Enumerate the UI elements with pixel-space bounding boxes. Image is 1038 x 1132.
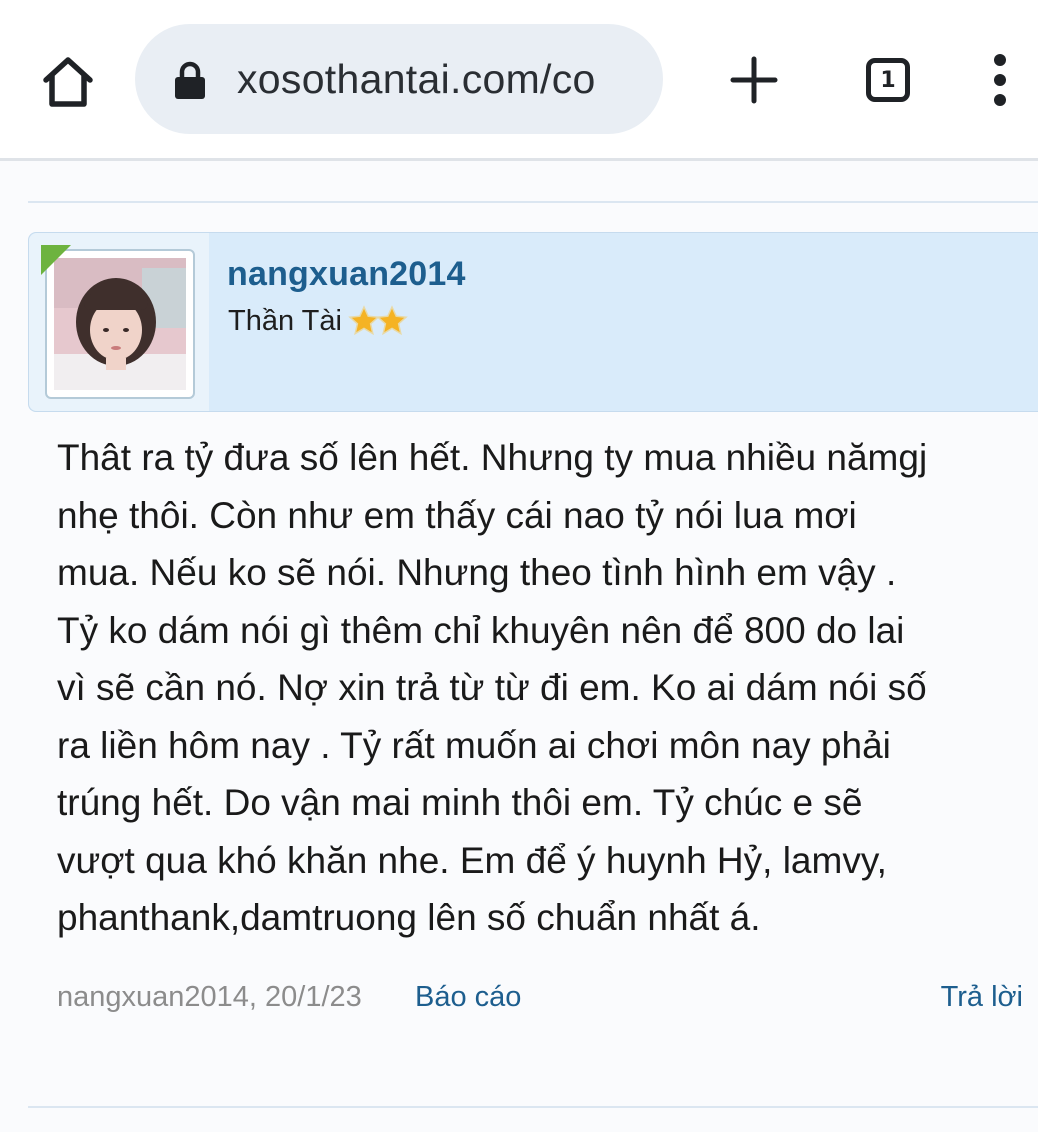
online-badge — [41, 245, 71, 275]
more-vert-icon — [994, 54, 1006, 106]
lock-icon — [175, 61, 205, 99]
more-menu-button[interactable] — [970, 44, 1030, 116]
post-line: phanthank,damtruong lên số chuẩn nhất á. — [57, 897, 761, 938]
address-bar[interactable]: xosothantai.com/co — [135, 24, 663, 134]
post-line: Tỷ ko dám nói gì thêm chỉ khuyên nên để … — [57, 609, 905, 651]
home-button[interactable] — [28, 42, 108, 122]
plus-icon — [730, 56, 778, 104]
divider — [28, 1106, 1038, 1108]
home-icon — [43, 57, 93, 107]
post-line: vượt qua khó khăn nhe. Em để ý huynh Hỷ,… — [57, 839, 887, 881]
post-line: mua. Nếu ko sẽ nói. Nhưng theo tình hình… — [57, 552, 897, 593]
tab-switcher-icon: 1 — [866, 58, 910, 102]
star-icon — [376, 305, 408, 336]
avatar-image — [54, 258, 186, 390]
post-header: nangxuan2014 Thần Tài — [28, 232, 1038, 412]
post-body: Thât ra tỷ đưa số lên hết. Nhưng ty mua … — [57, 429, 1027, 947]
post-line: nhẹ thôi. Còn như em thấy cái nao tỷ nói… — [57, 494, 857, 536]
post-line: Thât ra tỷ đưa số lên hết. Nhưng ty mua … — [57, 437, 928, 478]
avatar-cell — [29, 233, 209, 411]
tab-count: 1 — [880, 67, 896, 93]
post-line: trúng hết. Do vận mai minh thôi em. Tỷ c… — [57, 782, 863, 823]
post-line: vì sẽ cần nó. Nợ xin trả từ từ đi em. Ko… — [57, 667, 927, 708]
post-footer: nangxuan2014, 20/1/23 Báo cáo Trả lời — [57, 981, 1023, 1021]
reply-link[interactable]: Trả lời — [941, 981, 1023, 1014]
user-title: Thần Tài — [228, 304, 342, 337]
report-link[interactable]: Báo cáo — [415, 981, 521, 1014]
divider — [28, 201, 1038, 203]
url-text: xosothantai.com/co — [237, 56, 596, 102]
rank-stars — [348, 305, 408, 337]
new-tab-button[interactable] — [718, 44, 790, 116]
post-line: ra liền hôm nay . Tỷ rất muốn ai chơi mô… — [57, 724, 891, 766]
user-title-row: Thần Tài — [228, 301, 408, 341]
post-meta: nangxuan2014, 20/1/23 — [57, 981, 362, 1013]
page-content: nangxuan2014 Thần Tài Thât ra tỷ đưa số … — [0, 161, 1038, 1132]
browser-toolbar: xosothantai.com/co 1 — [0, 0, 1038, 161]
username-link[interactable]: nangxuan2014 — [227, 255, 466, 294]
tab-switcher-button[interactable]: 1 — [852, 44, 924, 116]
